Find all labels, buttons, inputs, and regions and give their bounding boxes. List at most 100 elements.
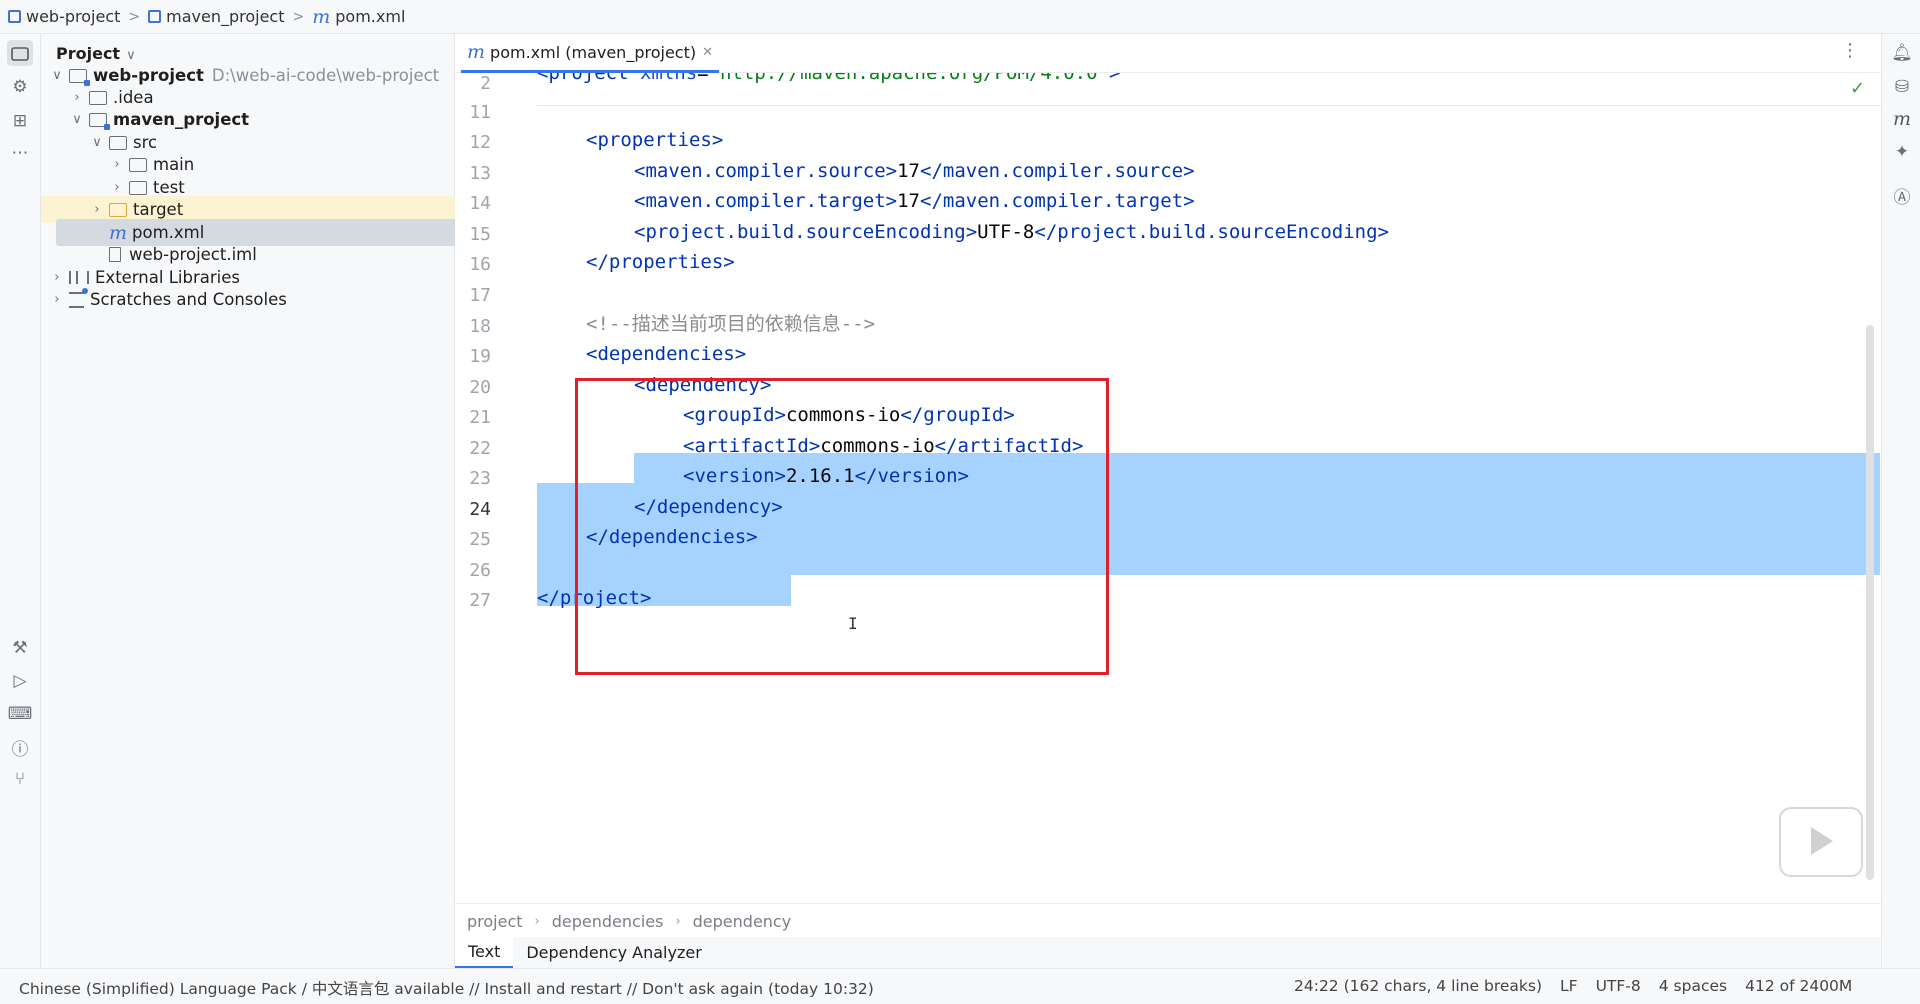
left-tool-strip: ⚙ ⊞ ⋯ ⚒ ▷ ⌨ ⓘ ⑂	[0, 34, 41, 968]
chevron-right-icon: >	[128, 8, 141, 25]
chevron-down-icon: ∨	[92, 135, 102, 150]
right-tool-strip: 🔔︎ ⛁ m ✦ Ⓐ	[1881, 34, 1920, 968]
line-number: 21	[469, 407, 491, 428]
code-line-16: </properties>	[586, 251, 735, 273]
notifications-button[interactable]: 🔔︎	[1891, 42, 1913, 64]
git-tool-button[interactable]: ⑂	[9, 768, 31, 790]
more-tools-button[interactable]: ⋯	[9, 142, 31, 164]
file-icon	[109, 247, 121, 262]
maven-button[interactable]: m	[1891, 108, 1913, 130]
module-icon	[8, 10, 21, 23]
line-number: 27	[469, 590, 491, 611]
editor-tab-bar: m pom.xml (maven_project) ✕ ⋮	[455, 34, 1881, 73]
problems-tool-button[interactable]: ⓘ	[9, 736, 31, 760]
code-breadcrumb-dependencies[interactable]: dependencies	[552, 912, 664, 931]
status-notification[interactable]: Chinese (Simplified) Language Pack / 中文语…	[19, 977, 874, 999]
maven-icon: m	[467, 41, 486, 63]
file-encoding[interactable]: UTF-8	[1596, 977, 1641, 995]
line-number-current: 24	[469, 499, 491, 520]
code-line-13: <maven.compiler.source>17</maven.compile…	[634, 160, 1195, 182]
line-number: 15	[469, 224, 491, 245]
line-number: 23	[469, 468, 491, 489]
build-tool-button[interactable]: ⚒	[9, 637, 31, 659]
tab-pom-xml[interactable]: m pom.xml (maven_project) ✕	[461, 34, 719, 73]
maven-icon: m	[1892, 108, 1912, 130]
database-button[interactable]: ⛁	[1891, 76, 1913, 98]
gear-icon: ⚙	[12, 77, 28, 97]
maven-icon: m	[312, 5, 331, 28]
module-folder-icon	[89, 112, 110, 130]
code-line-18-comment: <!--描述当前项目的依赖信息-->	[586, 313, 876, 335]
editor-view-tabs: Text Dependency Analyzer	[455, 937, 1881, 968]
font-icon: Ⓐ	[1893, 187, 1911, 208]
chevron-right-icon: ›	[675, 913, 681, 929]
line-number: 16	[469, 254, 491, 275]
ai-assistant-button[interactable]: ✦	[1891, 141, 1913, 163]
module-folder-icon	[69, 68, 90, 86]
tree-item-scratches[interactable]: › Scratches and Consoles	[41, 286, 462, 313]
code-breadcrumb-dependency[interactable]: dependency	[693, 912, 792, 931]
chevron-right-icon: ›	[534, 913, 540, 929]
chevron-right-icon: ›	[114, 180, 120, 195]
breadcrumb-item-maven-project[interactable]: maven_project	[148, 7, 285, 26]
module-icon	[148, 10, 162, 23]
line-number: 25	[469, 529, 491, 550]
excluded-folder-icon	[109, 202, 127, 217]
more-options-icon[interactable]: ⋮	[1841, 40, 1859, 61]
play-icon	[1811, 827, 1833, 855]
folder-icon	[129, 157, 147, 172]
caret-position[interactable]: 24:22 (162 chars, 4 line breaks)	[1294, 977, 1542, 995]
chevron-right-icon: >	[292, 8, 305, 25]
folder-icon	[89, 90, 107, 105]
inspection-ok-icon[interactable]: ✓	[1850, 78, 1865, 99]
code-line-15: <project.build.sourceEncoding>UTF-8</pro…	[634, 221, 1389, 243]
terminal-tool-button[interactable]: ⌨	[7, 703, 33, 725]
problems-icon: ⓘ	[11, 739, 29, 760]
line-separator[interactable]: LF	[1560, 977, 1578, 995]
red-highlight-box	[575, 378, 1109, 675]
chevron-down-icon: ∨	[72, 112, 82, 127]
memory-indicator[interactable]: 412 of 2400M	[1745, 977, 1852, 995]
breadcrumb-item-web-project[interactable]: web-project	[8, 7, 120, 26]
text-cursor-icon: I	[848, 614, 858, 633]
line-number: 13	[469, 163, 491, 184]
video-play-overlay[interactable]	[1779, 807, 1863, 877]
library-icon	[69, 271, 89, 284]
structure-icon: ⊞	[12, 111, 28, 131]
status-bar: Chinese (Simplified) Language Pack / 中文语…	[0, 968, 1920, 1004]
project-panel-title[interactable]: Project ∨	[56, 44, 136, 63]
database-icon: ⛁	[1894, 77, 1910, 97]
close-icon[interactable]: ✕	[702, 45, 713, 60]
project-tool-button[interactable]	[7, 40, 33, 66]
breadcrumb-item-pom[interactable]: m pom.xml	[312, 6, 405, 28]
structure-tool-button[interactable]: ⊞	[9, 110, 31, 132]
chevron-right-icon: ›	[114, 157, 120, 172]
chevron-right-icon: ›	[54, 270, 60, 285]
folder-icon	[11, 46, 29, 61]
editor-scrollbar[interactable]	[1866, 325, 1874, 880]
settings-tool-button[interactable]: ⚙	[9, 76, 31, 98]
chevron-down-icon: ∨	[52, 68, 62, 83]
aa-button[interactable]: Ⓐ	[1891, 184, 1913, 208]
line-number-gutter: 2 11 12 13 14 15 16 17 18 19 20 21 22 23…	[455, 73, 537, 903]
tab-text[interactable]: Text	[455, 937, 514, 968]
chevron-down-icon: ∨	[126, 48, 136, 63]
line-number: 19	[469, 346, 491, 367]
line-number: 17	[469, 285, 491, 306]
line-number: 26	[469, 560, 491, 581]
project-panel: Project ∨ ∨ web-project D:\web-ai-code\web-…	[41, 34, 502, 968]
code-breadcrumb-project[interactable]: project	[467, 912, 523, 931]
tab-dependency-analyzer[interactable]: Dependency Analyzer	[513, 937, 714, 968]
terminal-icon: ⌨	[7, 704, 33, 724]
run-icon: ▷	[13, 671, 27, 691]
code-line-14: <maven.compiler.target>17</maven.compile…	[634, 190, 1195, 212]
code-line-12: <properties>	[586, 129, 724, 151]
chevron-right-icon: ›	[94, 202, 100, 217]
line-number: 12	[469, 132, 491, 153]
ai-assistant-icon: ✦	[1894, 142, 1910, 162]
line-number: 2	[480, 73, 491, 94]
status-widgets: 24:22 (162 chars, 4 line breaks) LF UTF-…	[1294, 977, 1852, 995]
indent-setting[interactable]: 4 spaces	[1659, 977, 1727, 995]
navigation-breadcrumb: web-project > maven_project > m pom.xml	[0, 0, 1920, 34]
run-tool-button[interactable]: ▷	[9, 670, 31, 692]
